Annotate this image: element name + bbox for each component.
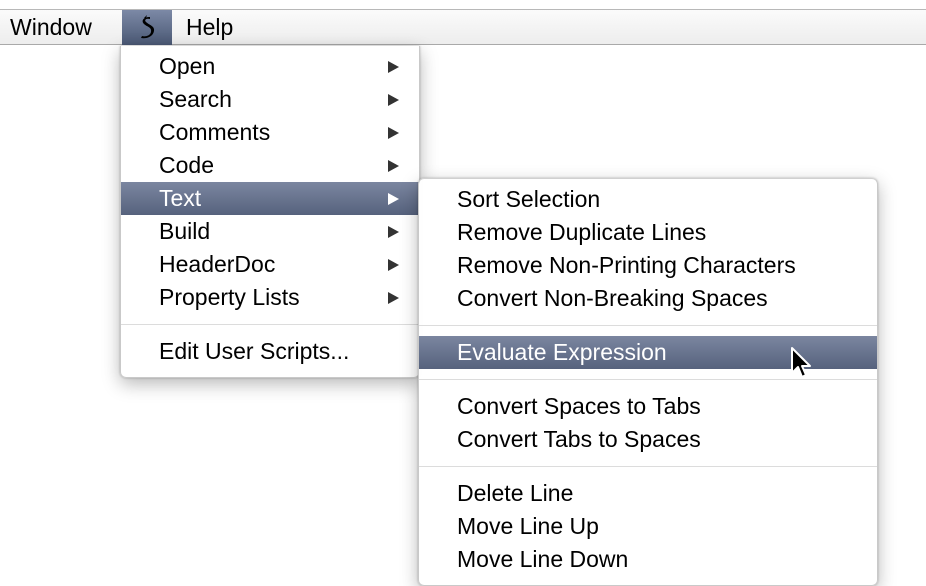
menu-item-remove-duplicate-lines[interactable]: Remove Duplicate Lines [419, 216, 877, 249]
menu-help[interactable]: Help [174, 10, 245, 45]
menu-item-delete-line[interactable]: Delete Line [419, 477, 877, 510]
menu-item-label: Comments [159, 119, 271, 145]
scripts-menu: Open Search Comments Code Text Build Hea… [120, 46, 420, 378]
menu-item-label: Text [159, 185, 202, 211]
menu-item-text[interactable]: Text [121, 182, 419, 215]
menu-separator [121, 324, 419, 325]
menu-item-code[interactable]: Code [121, 149, 419, 182]
menu-item-move-line-up[interactable]: Move Line Up [419, 510, 877, 543]
menu-item-label: Open [159, 53, 216, 79]
menu-item-label: Code [159, 152, 214, 178]
menu-item-remove-non-printing-characters[interactable]: Remove Non-Printing Characters [419, 249, 877, 282]
submenu-arrow-icon [388, 94, 399, 106]
submenu-arrow-icon [388, 127, 399, 139]
menu-item-label: Build [159, 218, 211, 244]
mouse-pointer-icon [791, 347, 811, 378]
menu-bar: Window Help [0, 9, 926, 45]
menu-item-label: HeaderDoc [159, 251, 276, 277]
menu-item-convert-non-breaking-spaces[interactable]: Convert Non-Breaking Spaces [419, 282, 877, 315]
menu-separator [419, 466, 877, 467]
menu-item-open[interactable]: Open [121, 50, 419, 83]
text-submenu: Sort Selection Remove Duplicate Lines Re… [418, 178, 878, 586]
menu-item-move-line-down[interactable]: Move Line Down [419, 543, 877, 576]
menu-item-label: Property Lists [159, 284, 300, 310]
submenu-arrow-icon [388, 292, 399, 304]
script-icon [141, 15, 155, 39]
menu-scripts[interactable] [122, 10, 172, 45]
menu-item-property-lists[interactable]: Property Lists [121, 281, 419, 314]
submenu-arrow-icon [388, 160, 399, 172]
menu-item-convert-spaces-to-tabs[interactable]: Convert Spaces to Tabs [419, 390, 877, 423]
submenu-arrow-icon [388, 226, 399, 238]
menu-item-edit-user-scripts[interactable]: Edit User Scripts... [121, 335, 419, 368]
submenu-arrow-icon [388, 61, 399, 73]
menu-item-sort-selection[interactable]: Sort Selection [419, 183, 877, 216]
menu-item-search[interactable]: Search [121, 83, 419, 116]
menu-item-label: Search [159, 86, 232, 112]
menu-item-build[interactable]: Build [121, 215, 419, 248]
submenu-arrow-icon [388, 259, 399, 271]
menu-separator [419, 325, 877, 326]
menu-item-convert-tabs-to-spaces[interactable]: Convert Tabs to Spaces [419, 423, 877, 456]
menu-item-comments[interactable]: Comments [121, 116, 419, 149]
submenu-arrow-icon [388, 193, 399, 205]
menu-item-headerdoc[interactable]: HeaderDoc [121, 248, 419, 281]
menu-window[interactable]: Window [0, 10, 104, 45]
